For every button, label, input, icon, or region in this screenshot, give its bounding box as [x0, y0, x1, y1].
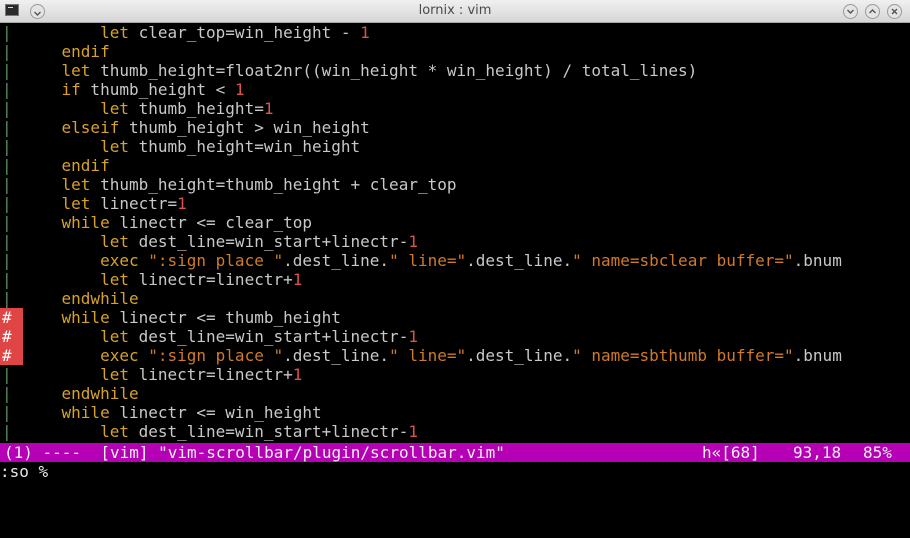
scrollbar-track-sign: |	[2, 194, 12, 213]
code-line[interactable]: | exec ":sign place ".dest_line." line="…	[0, 251, 910, 270]
scrollbar-track-sign: |	[2, 23, 12, 42]
code-text: let dest_line=win_start+linectr-1	[100, 232, 418, 251]
code-line[interactable]: | let clear_top=win_height - 1	[0, 23, 910, 42]
code-line[interactable]: | let linectr=1	[0, 194, 910, 213]
window-titlebar[interactable]: lornix : vim	[0, 0, 910, 23]
scrollbar-track-sign: |	[2, 80, 12, 99]
code-text: let linectr=linectr+1	[100, 270, 303, 289]
command-line[interactable]: :so %	[0, 462, 910, 484]
statusline: (1) ---- [vim] "vim-scrollbar/plugin/scr…	[0, 443, 910, 462]
scrollbar-track-sign: |	[2, 270, 12, 289]
scrollbar-track-sign: |	[2, 384, 12, 403]
code-text: let thumb_height=win_height	[100, 137, 361, 156]
code-text: let dest_line=win_start+linectr-1	[100, 327, 418, 346]
code-line[interactable]: | let linectr=linectr+1	[0, 270, 910, 289]
scrollbar-track-sign: |	[2, 156, 12, 175]
code-text: let thumb_height=float2nr((win_height * …	[61, 61, 698, 80]
code-line[interactable]: | let thumb_height=1	[0, 99, 910, 118]
scrollbar-thumb-sign: #	[0, 327, 23, 346]
code-text: elseif thumb_height > win_height	[61, 118, 370, 137]
scrollbar-track-sign: |	[2, 251, 12, 270]
code-text: let linectr=linectr+1	[100, 365, 303, 384]
code-text: if thumb_height < 1	[61, 80, 245, 99]
code-text: exec ":sign place ".dest_line." line=".d…	[100, 346, 842, 365]
scrollbar-track-sign: |	[2, 213, 12, 232]
code-text: let clear_top=win_height - 1	[100, 23, 370, 42]
minimize-icon[interactable]	[843, 4, 858, 19]
code-line[interactable]: # let dest_line=win_start+linectr-1	[0, 327, 910, 346]
scrollbar-track-sign: |	[2, 422, 12, 441]
code-line[interactable]: | let dest_line=win_start+linectr-1	[0, 422, 910, 441]
code-text: endwhile	[61, 289, 139, 308]
scrollbar-track-sign: |	[2, 289, 12, 308]
maximize-icon[interactable]	[865, 4, 880, 19]
code-text: while linectr <= win_height	[61, 403, 322, 422]
code-line[interactable]: # exec ":sign place ".dest_line." line="…	[0, 346, 910, 365]
scrollbar-thumb-sign: #	[0, 308, 23, 327]
code-line[interactable]: | endwhile	[0, 384, 910, 403]
scrollbar-track-sign: |	[2, 99, 12, 118]
scrollbar-track-sign: |	[2, 365, 12, 384]
close-icon[interactable]	[887, 4, 902, 19]
code-line[interactable]: | let linectr=linectr+1	[0, 365, 910, 384]
statusline-hex: h«[68]	[702, 443, 760, 462]
code-text: let dest_line=win_start+linectr-1	[100, 422, 418, 441]
code-line[interactable]: | endif	[0, 156, 910, 175]
code-text: endwhile	[61, 384, 139, 403]
code-line[interactable]: | let thumb_height=float2nr((win_height …	[0, 61, 910, 80]
statusline-percent: 85%	[863, 443, 892, 462]
code-line[interactable]: | let thumb_height=win_height	[0, 137, 910, 156]
code-line[interactable]: | let thumb_height=thumb_height + clear_…	[0, 175, 910, 194]
code-line[interactable]: | while linectr <= win_height	[0, 403, 910, 422]
scrollbar-track-sign: |	[2, 61, 12, 80]
code-line[interactable]: | let dest_line=win_start+linectr-1	[0, 232, 910, 251]
scrollbar-track-sign: |	[2, 403, 12, 422]
scrollbar-track-sign: |	[2, 118, 12, 137]
scrollbar-track-sign: |	[2, 175, 12, 194]
code-line[interactable]: # while linectr <= thumb_height	[0, 308, 910, 327]
code-text: endif	[61, 42, 110, 61]
window-title: lornix : vim	[418, 3, 492, 18]
code-text: let thumb_height=thumb_height + clear_to…	[61, 175, 457, 194]
code-text: exec ":sign place ".dest_line." line=".d…	[100, 251, 842, 270]
scrollbar-track-sign: |	[2, 137, 12, 156]
code-text: while linectr <= thumb_height	[61, 308, 341, 327]
scrollbar-track-sign: |	[2, 232, 12, 251]
code-line[interactable]: | while linectr <= clear_top	[0, 213, 910, 232]
code-line[interactable]: | endwhile	[0, 289, 910, 308]
code-text: endif	[61, 156, 110, 175]
code-line[interactable]: | elseif thumb_height > win_height	[0, 118, 910, 137]
scrollbar-thumb-sign: #	[0, 346, 23, 365]
scrollbar-track-sign: |	[2, 42, 12, 61]
code-text: while linectr <= clear_top	[61, 213, 312, 232]
vim-buffer[interactable]: | let clear_top=win_height - 1 | endif | l…	[0, 23, 910, 443]
code-text: let linectr=1	[61, 194, 187, 213]
code-text: let thumb_height=1	[100, 99, 274, 118]
statusline-position: 93,18	[793, 443, 842, 462]
code-line[interactable]: | if thumb_height < 1	[0, 80, 910, 99]
statusline-file: (1) ---- [vim] "vim-scrollbar/plugin/scr…	[4, 443, 505, 462]
code-line[interactable]: | endif	[0, 42, 910, 61]
